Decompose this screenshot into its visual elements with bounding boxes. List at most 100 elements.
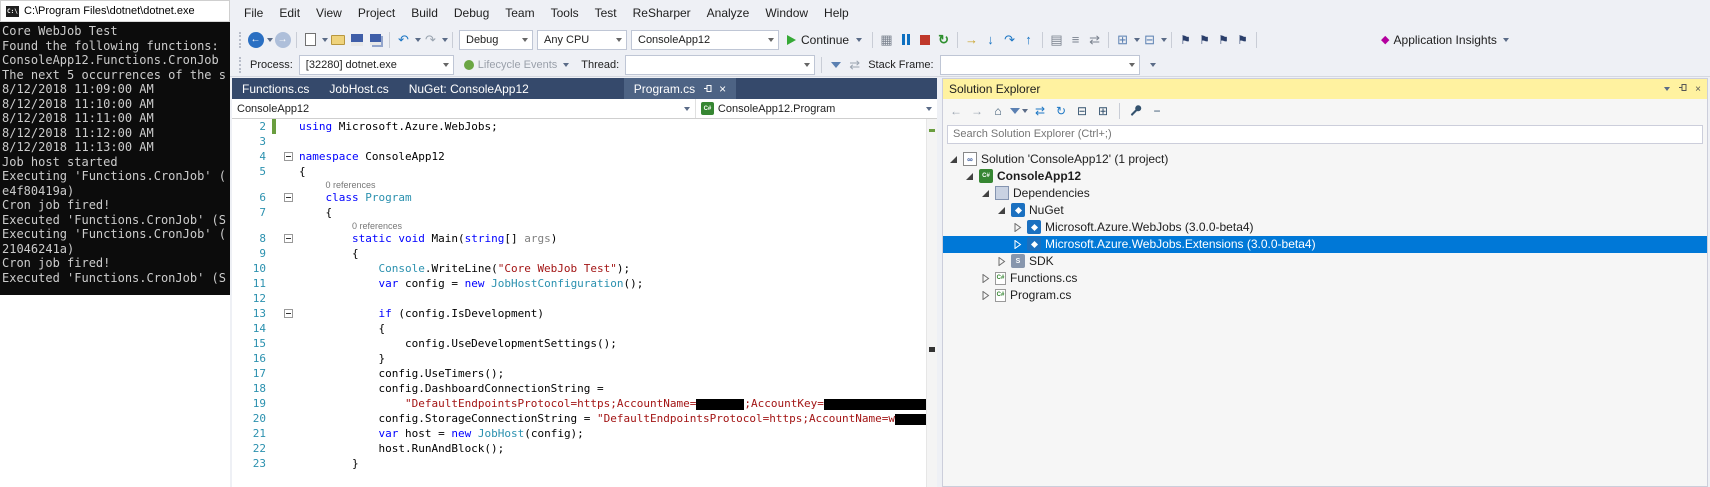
expand-arrow-icon[interactable] — [981, 189, 994, 198]
preview-selected-items-icon[interactable]: − — [1148, 102, 1166, 120]
save-button[interactable] — [347, 30, 366, 49]
code-line[interactable]: 15 config.UseDevelopmentSettings(); — [232, 336, 926, 351]
tree-item-consoleapp12[interactable]: C# ConsoleApp12 — [943, 168, 1707, 185]
code-line[interactable]: 6 class Program — [232, 190, 926, 205]
startup-projects-dropdown[interactable]: ConsoleApp12 — [631, 29, 779, 50]
tree-item-microsoft.azure.webjobs.extensions-3.0.0[interactable]: Microsoft.Azure.WebJobs.Extensions (3.0.… — [943, 235, 1707, 253]
code-line[interactable]: 4 namespace ConsoleApp12 — [232, 149, 926, 164]
fold-toggle[interactable] — [283, 193, 293, 202]
resharper-tool-icon[interactable]: ▤ — [1047, 30, 1066, 49]
type-member-dropdown[interactable]: C# ConsoleApp12.Program — [696, 99, 937, 118]
code-line[interactable]: 8 static void Main(string[] args) — [232, 231, 926, 246]
editor-scrollbar[interactable] — [926, 119, 937, 487]
threads-in-source-icon[interactable]: ▦ — [877, 30, 896, 49]
code-line[interactable]: 7 { — [232, 205, 926, 220]
toolbar-gripper[interactable] — [239, 56, 243, 73]
resharper-list-icon[interactable]: ≡ — [1066, 30, 1085, 49]
collapse-all-icon[interactable]: ⊟ — [1073, 102, 1091, 120]
expand-arrow-icon[interactable] — [997, 256, 1010, 266]
navigate-backward-button[interactable]: ← — [246, 30, 265, 49]
code-line[interactable]: 19 "DefaultEndpointsProtocol=https;Accou… — [232, 396, 926, 411]
bookmark-next-icon[interactable]: ⚑ — [1195, 30, 1214, 49]
expand-arrow-icon[interactable] — [981, 273, 994, 283]
fold-toggle[interactable] — [283, 234, 293, 243]
menu-item-file[interactable]: File — [236, 3, 271, 23]
restart-button[interactable]: ↻ — [934, 30, 953, 49]
redo-button[interactable]: ↷ — [421, 30, 440, 49]
tab-nuget-consoleapp12[interactable]: NuGet: ConsoleApp12 — [399, 78, 539, 99]
bookmark-prev-icon[interactable]: ⚑ — [1214, 30, 1233, 49]
home-icon[interactable]: ⌂ — [989, 102, 1007, 120]
code-line[interactable]: 21 var host = new JobHost(config); — [232, 426, 926, 441]
expand-arrow-icon[interactable] — [1013, 222, 1026, 232]
close-icon[interactable]: × — [719, 83, 726, 95]
undo-button[interactable]: ↶ — [394, 30, 413, 49]
close-icon[interactable]: × — [1695, 84, 1701, 95]
new-file-button[interactable] — [301, 30, 320, 49]
tab-program-cs[interactable]: Program.cs × — [623, 78, 737, 99]
solution-explorer-titlebar[interactable]: Solution Explorer × — [943, 79, 1707, 99]
save-all-button[interactable] — [366, 30, 385, 49]
codelens-references[interactable]: 0 references — [232, 221, 402, 231]
tree-item-program.cs[interactable]: C# Program.cs — [943, 287, 1707, 304]
break-all-button[interactable] — [896, 30, 915, 49]
application-insights-button[interactable]: ◆ Application Insights — [1381, 33, 1509, 47]
code-line[interactable]: 11 var config = new JobHostConfiguration… — [232, 276, 926, 291]
toolbar-overflow-icon[interactable] — [1149, 62, 1156, 67]
tree-item-nuget[interactable]: NuGet — [943, 202, 1707, 219]
step-over-button[interactable]: ↷ — [1000, 30, 1019, 49]
refresh-icon[interactable]: ↻ — [1052, 102, 1070, 120]
sync-with-active-document-icon[interactable]: ⇄ — [1031, 102, 1049, 120]
tab-functions-cs[interactable]: Functions.cs — [232, 78, 319, 99]
menu-item-test[interactable]: Test — [587, 3, 625, 23]
lifecycle-events-dropdown[interactable]: Lifecycle Events — [463, 59, 570, 71]
expand-arrow-icon[interactable] — [965, 172, 978, 181]
test-explorer-icon[interactable]: ⊞ — [1113, 30, 1132, 49]
open-file-button[interactable] — [328, 30, 347, 49]
solution-platforms-dropdown[interactable]: Any CPU — [537, 29, 627, 50]
code-line[interactable]: 23 } — [232, 456, 926, 471]
menu-item-analyze[interactable]: Analyze — [699, 3, 758, 23]
window-position-icon[interactable] — [1664, 87, 1671, 91]
solution-configurations-dropdown[interactable]: Debug — [459, 29, 533, 50]
step-out-button[interactable]: ↑ — [1019, 30, 1038, 49]
menu-item-team[interactable]: Team — [497, 3, 542, 23]
search-input[interactable] — [947, 124, 1703, 144]
menu-item-project[interactable]: Project — [350, 3, 403, 23]
expand-arrow-icon[interactable] — [997, 206, 1010, 215]
code-line[interactable]: 18 config.DashboardConnectionString = — [232, 381, 926, 396]
code-line[interactable]: 17 config.UseTimers(); — [232, 366, 926, 381]
menu-item-debug[interactable]: Debug — [446, 3, 497, 23]
forward-icon[interactable]: → — [968, 102, 986, 120]
expand-arrow-icon[interactable] — [1013, 239, 1026, 249]
menu-item-edit[interactable]: Edit — [271, 3, 308, 23]
tree-item-microsoft.azure.webjobs-3.0.0-beta4-[interactable]: Microsoft.Azure.WebJobs (3.0.0-beta4) — [943, 219, 1707, 236]
chevron-down-icon[interactable] — [1161, 37, 1168, 42]
expand-arrow-icon[interactable] — [981, 290, 994, 300]
pin-icon[interactable] — [1678, 83, 1687, 95]
tree-item-dependencies[interactable]: Dependencies — [943, 185, 1707, 202]
back-icon[interactable]: ← — [947, 102, 965, 120]
bookmark-flag-icon[interactable]: ⚑ — [1176, 30, 1195, 49]
menu-item-build[interactable]: Build — [403, 3, 446, 23]
show-next-statement-button[interactable]: → — [962, 30, 981, 49]
code-line[interactable]: 3 — [232, 134, 926, 149]
code-line[interactable]: 20 config.StorageConnectionString = "Def… — [232, 411, 926, 426]
fold-toggle[interactable] — [283, 309, 293, 318]
show-all-files-icon[interactable]: ⊞ — [1094, 102, 1112, 120]
properties-wrench-icon[interactable] — [1127, 102, 1145, 120]
code-line[interactable]: 14 { — [232, 321, 926, 336]
menu-item-help[interactable]: Help — [816, 3, 857, 23]
pin-icon[interactable] — [703, 84, 712, 93]
codelens-references[interactable]: 0 references — [232, 180, 375, 190]
tab-jobhost-cs[interactable]: JobHost.cs — [319, 78, 398, 99]
chevron-down-icon[interactable] — [442, 37, 448, 42]
tree-item-solution-consoleapp12-1-project-[interactable]: ∞ Solution 'ConsoleApp12' (1 project) — [943, 151, 1707, 168]
sort-icon[interactable]: ⇄ — [1085, 30, 1104, 49]
bookmark-clear-icon[interactable]: ⚑ — [1233, 30, 1252, 49]
code-line[interactable]: 2 using Microsoft.Azure.WebJobs; — [232, 119, 926, 134]
code-line[interactable]: 5{ — [232, 164, 926, 179]
fold-toggle[interactable] — [283, 152, 293, 161]
menu-item-view[interactable]: View — [308, 3, 350, 23]
tree-item-sdk[interactable]: S SDK — [943, 253, 1707, 270]
